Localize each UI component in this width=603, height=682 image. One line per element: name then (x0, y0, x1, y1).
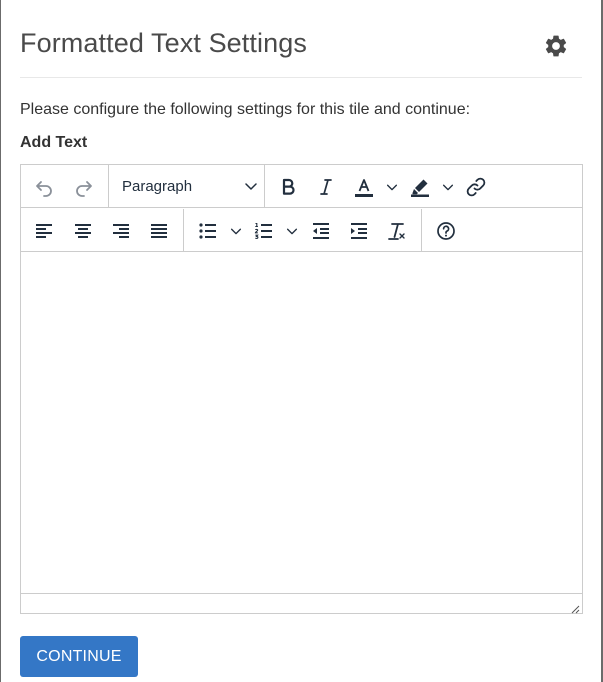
editor-statusbar (21, 593, 582, 614)
clear-formatting-icon[interactable] (384, 217, 410, 244)
bullet-list-icon[interactable] (195, 217, 221, 244)
toolbar-separator (264, 165, 265, 208)
toolbar-separator (421, 209, 422, 252)
redo-icon[interactable] (71, 173, 97, 200)
resize-handle-icon[interactable] (570, 601, 580, 614)
numbered-list-icon[interactable] (251, 217, 277, 244)
intro-text: Please configure the following settings … (20, 101, 471, 118)
editor-toolbar-row-1: Paragraph (21, 165, 582, 208)
block-format-select[interactable]: Paragraph (121, 173, 259, 200)
chevron-down-icon[interactable] (283, 217, 301, 244)
align-center-icon[interactable] (70, 217, 96, 244)
bold-icon[interactable] (275, 173, 301, 200)
rich-text-editor: Paragraph (20, 164, 583, 614)
chevron-down-icon[interactable] (227, 217, 245, 244)
dialog-frame: Formatted Text Settings Please configure… (0, 0, 603, 682)
align-left-icon[interactable] (31, 217, 57, 244)
undo-icon[interactable] (31, 173, 57, 200)
continue-button[interactable]: CONTINUE (20, 636, 138, 677)
chevron-down-icon (243, 178, 259, 198)
highlight-color-icon[interactable] (407, 173, 433, 200)
page-title: Formatted Text Settings (20, 28, 307, 58)
add-text-label: Add Text (20, 134, 88, 151)
chevron-down-icon[interactable] (383, 173, 401, 200)
chevron-down-icon[interactable] (439, 173, 457, 200)
header-divider (20, 77, 582, 78)
indent-icon[interactable] (346, 217, 372, 244)
toolbar-separator (183, 209, 184, 252)
align-justify-icon[interactable] (146, 217, 172, 244)
editor-content-area[interactable] (21, 253, 582, 593)
text-color-icon[interactable] (351, 173, 377, 200)
italic-icon[interactable] (313, 173, 339, 200)
link-icon[interactable] (463, 173, 489, 200)
block-format-value: Paragraph (122, 178, 193, 195)
help-icon[interactable] (433, 217, 459, 244)
toolbar-separator (108, 165, 109, 208)
align-right-icon[interactable] (108, 217, 134, 244)
gear-icon[interactable] (543, 33, 569, 59)
editor-toolbar-row-2 (21, 209, 582, 252)
outdent-icon[interactable] (308, 217, 334, 244)
